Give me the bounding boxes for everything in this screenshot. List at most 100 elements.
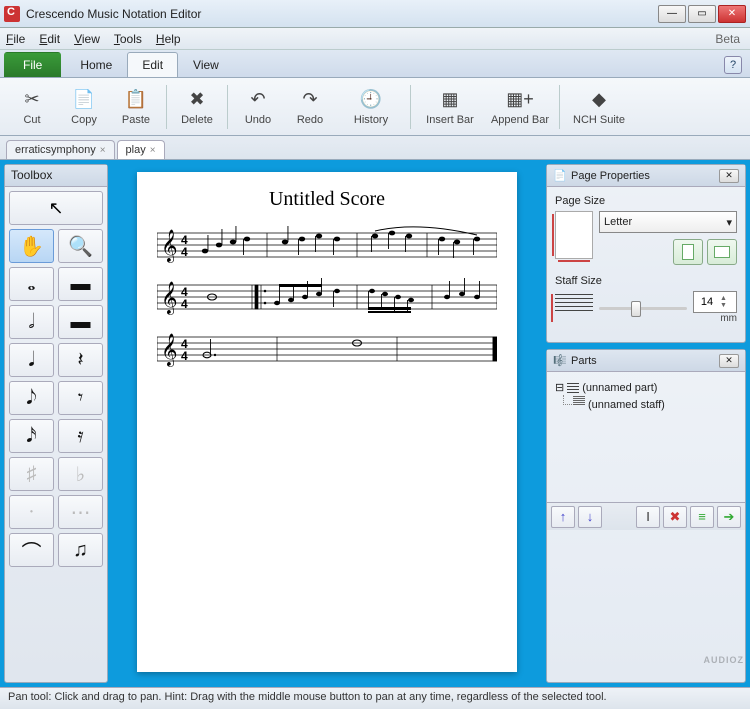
tool-1-0[interactable]: 𝅝 (9, 267, 54, 301)
history-icon: 🕘 (359, 88, 383, 112)
tool-3-1[interactable]: 𝄽 (58, 343, 103, 377)
orientation-portrait[interactable] (673, 239, 703, 265)
toolbar-nch-suite[interactable]: ◆NCH Suite (564, 81, 634, 133)
tool-2-1[interactable]: ▬ (58, 305, 103, 339)
close-button[interactable]: ✕ (718, 5, 746, 23)
undo-icon: ↶ (246, 88, 270, 112)
staff-3[interactable]: 𝄞 4 4 (157, 327, 497, 371)
parts-btn-2[interactable]: I (636, 506, 660, 528)
parts-btn-1[interactable]: ↓ (578, 506, 602, 528)
menu-tools[interactable]: Tools (114, 32, 142, 46)
doc-tab-erraticsymphony[interactable]: erraticsymphony× (6, 140, 115, 159)
parts-icon: 🎼 (553, 354, 567, 368)
tree-item[interactable]: (unnamed staff) (555, 395, 737, 415)
ribbon-tab-file[interactable]: File (4, 52, 61, 77)
tool-7-0[interactable]: · (9, 495, 54, 529)
minimize-button[interactable]: — (658, 5, 686, 23)
staff-size-input[interactable]: ▲▼ (693, 291, 737, 313)
parts-title: Parts (571, 355, 597, 367)
status-bar: Pan tool: Click and drag to pan. Hint: D… (0, 687, 750, 709)
toolbar-delete[interactable]: ✖Delete (171, 81, 223, 133)
tool-0-1[interactable]: 🔍 (58, 229, 103, 263)
tool-0-0[interactable]: ✋ (9, 229, 54, 263)
tool-8-1[interactable]: ♫ (58, 533, 103, 567)
parts-close[interactable]: ✕ (719, 354, 739, 368)
staff-size-unit: mm (693, 313, 737, 324)
toolbar-paste[interactable]: 📋Paste (110, 81, 162, 133)
tool-6-1[interactable]: ♭ (58, 457, 103, 491)
close-icon[interactable]: × (100, 145, 106, 156)
parts-tree[interactable]: ⊟(unnamed part)(unnamed staff) (547, 372, 745, 502)
watermark: AUDIOZ (704, 655, 745, 665)
svg-text:𝄞: 𝄞 (161, 334, 178, 367)
page-size-select[interactable]: Letter▾ (599, 211, 737, 233)
tool-5-0[interactable]: 𝅘𝅥𝅯 (9, 419, 54, 453)
menu-file[interactable]: File (6, 32, 25, 46)
page-properties-header: 📄 Page Properties ✕ (547, 165, 745, 187)
parts-toolbar: ↑↓ I✖≡➔ (547, 502, 745, 530)
tool-3-0[interactable]: 𝅘𝅥 (9, 343, 54, 377)
toolbox-body: ↖✋🔍𝅝▬𝅗𝅥▬𝅘𝅥𝄽𝅘𝅥𝅮𝄾𝅘𝅥𝅯𝄿♯♭·⋯⌒♫ (5, 187, 107, 682)
staff-1[interactable]: 𝄞 4 4 (157, 223, 497, 267)
parts-btn-4[interactable]: ≡ (690, 506, 714, 528)
toolbar-copy[interactable]: 📄Copy (58, 81, 110, 133)
parts-btn-3[interactable]: ✖ (663, 506, 687, 528)
tool-8-0[interactable]: ⌒ (9, 533, 54, 567)
doc-tab-play[interactable]: play× (117, 140, 165, 159)
svg-text:𝄞: 𝄞 (161, 282, 178, 315)
tool-7-1[interactable]: ⋯ (58, 495, 103, 529)
page-properties-panel: 📄 Page Properties ✕ Page Size Letter▾ (546, 164, 746, 343)
page-properties-title: Page Properties (571, 170, 650, 182)
toolbar-history[interactable]: 🕘History (336, 81, 406, 133)
toolbar-append-bar[interactable]: ▦+Append Bar (485, 81, 555, 133)
tree-item[interactable]: ⊟(unnamed part) (555, 380, 737, 395)
canvas[interactable]: Untitled Score 𝄞 4 4 (112, 164, 542, 683)
staff-size-slider[interactable] (599, 299, 687, 317)
score-title: Untitled Score (157, 188, 497, 211)
toolbar-cut[interactable]: ✂Cut (6, 81, 58, 133)
redo-icon: ↷ (298, 88, 322, 112)
toolbar-insert-bar[interactable]: ▦Insert Bar (415, 81, 485, 133)
cut-icon: ✂ (20, 88, 44, 112)
close-icon[interactable]: × (150, 145, 156, 156)
ribbon-help-button[interactable]: ? (724, 56, 742, 74)
score-page[interactable]: Untitled Score 𝄞 4 4 (137, 172, 517, 672)
tool-4-1[interactable]: 𝄾 (58, 381, 103, 415)
menu-help[interactable]: Help (156, 32, 181, 46)
toolbar-redo[interactable]: ↷Redo (284, 81, 336, 133)
ribbon-tab-edit[interactable]: Edit (127, 52, 178, 77)
page-properties-close[interactable]: ✕ (719, 169, 739, 183)
tool-5-1[interactable]: 𝄿 (58, 419, 103, 453)
ribbon-tab-home[interactable]: Home (65, 52, 127, 77)
append-bar-icon: ▦+ (508, 88, 532, 112)
ribbon-tab-view[interactable]: View (178, 52, 234, 77)
orientation-landscape[interactable] (707, 239, 737, 265)
tool-pointer[interactable]: ↖ (9, 191, 103, 225)
tool-4-0[interactable]: 𝅘𝅥𝅮 (9, 381, 54, 415)
parts-btn-5[interactable]: ➔ (717, 506, 741, 528)
doc-tabs: erraticsymphony×play× (0, 136, 750, 160)
parts-header: 🎼 Parts ✕ (547, 350, 745, 372)
menu-edit[interactable]: Edit (39, 32, 60, 46)
paste-icon: 📋 (124, 88, 148, 112)
maximize-button[interactable]: ▭ (688, 5, 716, 23)
app-icon (4, 6, 20, 22)
tool-6-0[interactable]: ♯ (9, 457, 54, 491)
nch-suite-icon: ◆ (587, 88, 611, 112)
parts-btn-0[interactable]: ↑ (551, 506, 575, 528)
right-column: 📄 Page Properties ✕ Page Size Letter▾ (546, 164, 746, 683)
parts-panel: 🎼 Parts ✕ ⊟(unnamed part)(unnamed staff)… (546, 349, 746, 683)
tool-1-1[interactable]: ▬ (58, 267, 103, 301)
copy-icon: 📄 (72, 88, 96, 112)
svg-text:4: 4 (181, 349, 188, 363)
toolbar-undo[interactable]: ↶Undo (232, 81, 284, 133)
window-title: Crescendo Music Notation Editor (26, 7, 656, 21)
tool-2-0[interactable]: 𝅗𝅥 (9, 305, 54, 339)
titlebar: Crescendo Music Notation Editor — ▭ ✕ (0, 0, 750, 28)
toolbox-panel: Toolbox ↖✋🔍𝅝▬𝅗𝅥▬𝅘𝅥𝄽𝅘𝅥𝅮𝄾𝅘𝅥𝅯𝄿♯♭·⋯⌒♫ (4, 164, 108, 683)
svg-text:4: 4 (181, 245, 188, 259)
page-size-label: Page Size (555, 195, 737, 207)
ribbon-tabs: File Home Edit View ? (0, 50, 750, 78)
staff-2[interactable]: 𝄞 4 4 (157, 275, 497, 319)
menu-view[interactable]: View (74, 32, 100, 46)
